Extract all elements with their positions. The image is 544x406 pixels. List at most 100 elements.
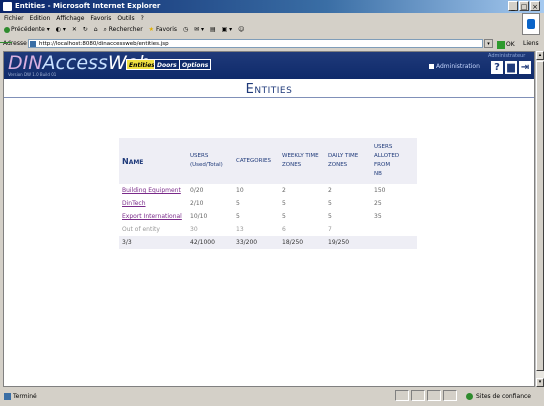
cell-daily: 5 <box>328 200 332 207</box>
logout-icon[interactable]: ⇥ <box>519 61 531 74</box>
header-weekly: Weekly time zones <box>282 153 319 168</box>
menu-view[interactable]: Affichage <box>56 15 84 22</box>
maximize-button[interactable]: □ <box>519 1 529 11</box>
table-row: DinTech 2/10 5 5 5 25 <box>119 197 417 210</box>
address-input[interactable]: http://localhost:8080/dinaccessweb/entit… <box>28 39 483 48</box>
table-row: Export International 10/10 5 5 5 35 <box>119 210 417 223</box>
total-categories: 33/200 <box>236 239 258 246</box>
admin-label: Administrateur <box>488 53 526 59</box>
window-title: Entities - Microsoft Internet Explorer <box>15 2 161 10</box>
help-icon[interactable]: ? <box>491 61 503 74</box>
mail-button[interactable]: ✉ ▾ <box>194 24 204 36</box>
status-bar: Terminé Sites de confiance <box>0 389 544 406</box>
cell-daily: 2 <box>328 187 332 194</box>
page-icon <box>30 41 36 47</box>
browser-window: Entities - Microsoft Internet Explorer _… <box>0 0 544 406</box>
cell-users: 10/10 <box>190 213 208 220</box>
ie-icon <box>3 2 12 11</box>
cell-users: 0/20 <box>190 187 204 194</box>
save-icon[interactable]: ▆ <box>505 61 517 74</box>
header-name[interactable]: Name <box>119 138 187 184</box>
stop-button[interactable]: ✕ <box>72 24 77 36</box>
favorites-button[interactable]: ★ Favoris <box>149 24 177 36</box>
cell-categories: 5 <box>236 213 240 220</box>
total-users: 42/1000 <box>190 239 215 246</box>
scroll-up-button[interactable]: ▴ <box>536 51 544 60</box>
menu-help[interactable]: ? <box>141 15 144 22</box>
cell-weekly: 5 <box>282 213 286 220</box>
close-button[interactable]: × <box>530 1 540 11</box>
home-button[interactable]: ⌂ <box>94 24 98 36</box>
messenger-button[interactable]: ☺ <box>238 24 244 36</box>
header-allotted: Users alloted from NB <box>374 144 400 177</box>
history-button[interactable]: ◷ <box>183 24 188 36</box>
refresh-button[interactable]: ↻ <box>83 24 88 36</box>
header-icons: ? ▆ ⇥ <box>491 61 531 74</box>
edit-page-button[interactable]: ▣ ▾ <box>222 24 233 36</box>
vertical-scrollbar[interactable]: ▴ ▾ <box>535 51 544 387</box>
tab-doors[interactable]: Doors <box>154 59 180 70</box>
entity-name-link[interactable]: Export International <box>119 210 187 223</box>
cell-name: Out of entity <box>122 226 160 233</box>
ie-throbber <box>522 13 540 35</box>
title-bar: Entities - Microsoft Internet Explorer _… <box>0 0 544 13</box>
cell-daily: 5 <box>328 213 332 220</box>
table-row: Out of entity 30 13 6 7 <box>119 223 417 236</box>
security-zone: Sites de confiance <box>466 390 531 404</box>
entity-name-link[interactable]: Building Equipment <box>119 184 187 197</box>
go-button[interactable]: OK <box>497 38 515 51</box>
window-controls: _ □ × <box>508 1 540 11</box>
title-divider <box>4 97 534 98</box>
toolbar: Précédente ▾ ◐ ▾ ✕ ↻ ⌂ ⌕ Rechercher ★ Fa… <box>0 24 520 36</box>
header-categories: Categories <box>236 157 272 164</box>
app-version: Version DW 1.0 Build 01 <box>8 72 57 77</box>
menu-bar: Fichier Edition Affichage Favoris Outils… <box>0 13 544 24</box>
cell-categories: 5 <box>236 200 240 207</box>
page-done-icon <box>4 393 11 400</box>
cell-weekly: 5 <box>282 200 286 207</box>
status-pane <box>411 390 425 401</box>
tab-options[interactable]: Options <box>179 59 212 70</box>
print-button[interactable]: ▤ <box>210 24 216 36</box>
minimize-button[interactable]: _ <box>508 1 518 11</box>
table-row: Building Equipment 0/20 10 2 2 150 <box>119 184 417 197</box>
header-daily: Daily time zones <box>328 153 359 168</box>
cell-allotted: 150 <box>374 187 386 194</box>
cell-allotted: 25 <box>374 200 382 207</box>
cell-users: 2/10 <box>190 200 204 207</box>
total-daily: 19/250 <box>328 239 350 246</box>
menu-tools[interactable]: Outils <box>117 15 134 22</box>
header-users: Users (Used/Total) <box>190 153 223 168</box>
trusted-sites-icon <box>466 393 473 400</box>
back-button[interactable]: Précédente ▾ <box>4 24 50 36</box>
cell-allotted <box>371 223 417 236</box>
cell-categories: 10 <box>236 187 244 194</box>
menu-file[interactable]: Fichier <box>4 15 24 22</box>
menu-edit[interactable]: Edition <box>30 15 51 22</box>
cell-weekly: 6 <box>282 226 286 233</box>
total-allotted <box>371 236 417 249</box>
administration-link[interactable]: Administration <box>429 63 480 70</box>
menu-favorites[interactable]: Favoris <box>90 15 111 22</box>
app-header: DINAccessWeb Version DW 1.0 Build 01 Ent… <box>4 52 534 79</box>
forward-button[interactable]: ◐ ▾ <box>56 24 66 36</box>
page-content: DINAccessWeb Version DW 1.0 Build 01 Ent… <box>3 51 535 387</box>
cell-categories: 13 <box>236 226 244 233</box>
table-total-row: 3/3 42/1000 33/200 18/250 19/250 <box>119 236 417 249</box>
address-bar: Adresse http://localhost:8080/dinaccessw… <box>0 37 544 60</box>
address-dropdown-button[interactable]: ▾ <box>484 39 493 48</box>
scroll-down-button[interactable]: ▾ <box>536 378 544 387</box>
cell-daily: 7 <box>328 226 332 233</box>
windows-logo-icon <box>527 19 535 29</box>
status-text: Terminé <box>4 390 37 404</box>
status-pane <box>443 390 457 401</box>
entity-name-link[interactable]: DinTech <box>119 197 187 210</box>
table-header-row: Name Users (Used/Total) Categories Weekly… <box>119 138 417 184</box>
go-arrow-icon <box>497 40 505 49</box>
search-button[interactable]: ⌕ Rechercher <box>103 24 142 36</box>
scroll-thumb[interactable] <box>536 61 544 371</box>
cell-weekly: 2 <box>282 187 286 194</box>
total-weekly: 18/250 <box>282 239 304 246</box>
total-name: 3/3 <box>122 239 132 246</box>
page-title: Entities <box>245 82 293 97</box>
